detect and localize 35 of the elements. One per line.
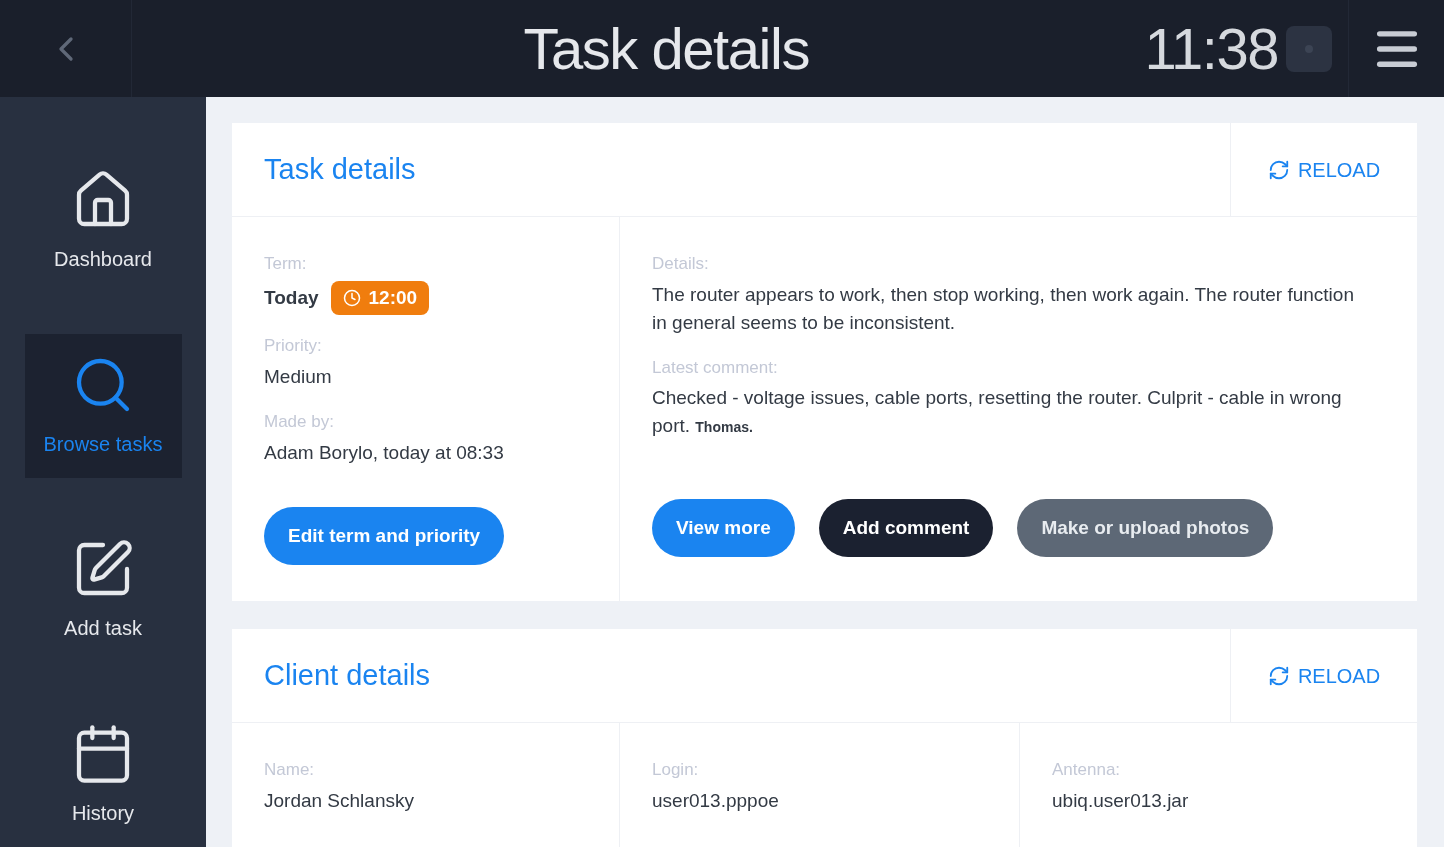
- clock-icon: [342, 288, 361, 307]
- action-button[interactable]: Make or upload photos: [1017, 499, 1274, 557]
- field-label: Term:: [264, 253, 308, 275]
- field-label: Made by:: [264, 411, 335, 433]
- field-value: The router appears to work, then stop working, then work again. The router function in general seems to be inconsistent.: [652, 282, 1355, 335]
- field-label: Login:: [652, 759, 700, 781]
- field-label: Latest comment:: [652, 356, 779, 379]
- reload-icon: [1267, 158, 1290, 181]
- action-button[interactable]: View more: [652, 499, 795, 557]
- reload-icon: [1267, 664, 1290, 687]
- action-button[interactable]: Edit term and priority: [264, 507, 505, 565]
- action-button[interactable]: Add comment: [818, 499, 994, 557]
- field-value: user013.pppoe: [652, 788, 780, 813]
- field-value: ubiq.user013.jar: [1052, 788, 1190, 813]
- sidebar-item[interactable]: History: [24, 702, 182, 847]
- sidebar-item[interactable]: Browse tasks: [24, 333, 182, 478]
- clock-time: 11:38: [1144, 15, 1278, 83]
- field-value: Medium: [264, 364, 333, 389]
- field-label: Name:: [264, 759, 316, 781]
- reload-button[interactable]: RELOAD: [1267, 660, 1381, 691]
- sidebar-item[interactable]: Add task: [24, 518, 182, 663]
- field-value: Today: [264, 285, 319, 310]
- card-title: Task details: [264, 151, 416, 187]
- card-title: Client details: [264, 657, 431, 693]
- field-value: Jordan Schlansky: [264, 788, 415, 813]
- status-indicator-icon: [1286, 25, 1332, 72]
- field-value: Adam Borylo, today at 08:33: [264, 440, 505, 465]
- field-value: Checked - voltage issues, cable ports, resetting the router. Culprit - cable in wrong port. Thomas.: [652, 386, 1343, 438]
- field-label: Antenna:: [1052, 759, 1122, 781]
- sidebar-item[interactable]: Dashboard: [24, 149, 182, 294]
- field-label: Details:: [652, 253, 710, 275]
- time-badge: 12:00: [330, 280, 430, 315]
- field-label: Priority:: [264, 335, 323, 357]
- reload-button[interactable]: RELOAD: [1267, 154, 1381, 185]
- window-title: Task details: [523, 15, 809, 83]
